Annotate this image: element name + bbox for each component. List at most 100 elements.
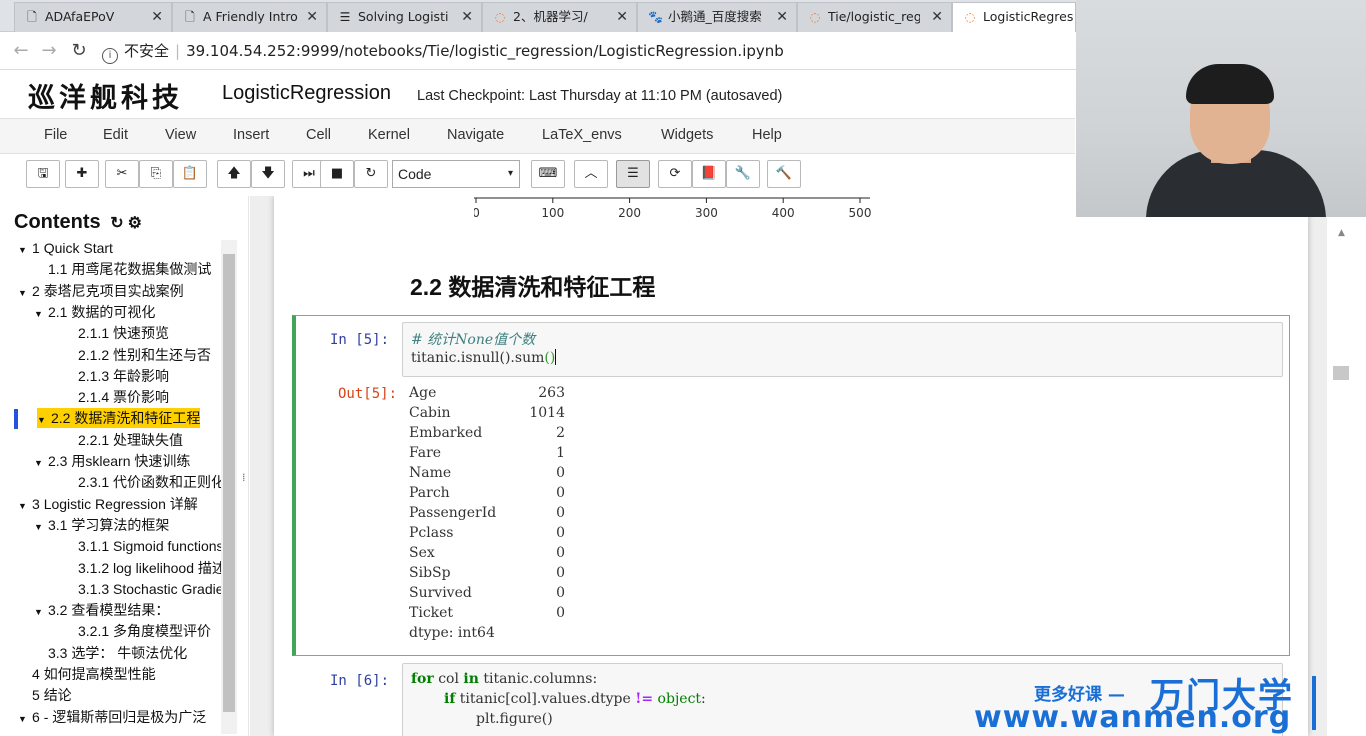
toc-item-label: 用鸢尾花数据集做测试 [71,261,212,278]
reload-button[interactable]: ⟳ [658,160,692,188]
menu-help[interactable]: Help [752,127,782,143]
caret-down-icon[interactable]: ▼ [34,517,48,537]
toc-item-number: 1.1 [48,261,68,278]
forward-arrow-icon[interactable]: → [36,38,62,64]
toc-item[interactable]: 2.3.1 代价函数和正则化 [78,472,225,492]
output-key: SibSp [409,565,451,581]
restart-button[interactable]: ↻ [354,160,388,188]
close-icon[interactable]: ✕ [616,3,628,31]
toc-item[interactable]: 2.1.4 票价影响 [78,387,169,407]
output-value: 0 [556,525,565,541]
caret-down-icon[interactable]: ▼ [18,496,32,516]
toc-item[interactable]: ▼ 3.1 学习算法的框架 [34,515,169,535]
toc-item[interactable]: ▼ 6 - 逻辑斯蒂回归是极为广泛 [18,707,206,727]
security-label: 不安全 [124,42,170,60]
caret-down-icon[interactable]: ▼ [37,410,51,430]
caret-down-icon[interactable]: ▼ [18,240,32,260]
insert-cell-button[interactable]: ✚ [65,160,99,188]
save-button[interactable]: 🖫 [26,160,60,188]
toc-item[interactable]: ▼ 2.1 数据的可视化 [34,302,155,322]
toc-item[interactable]: 5 结论 [32,685,72,705]
toc-item[interactable]: ▼ 2.2 数据清洗和特征工程 [37,408,201,430]
menu-insert[interactable]: Insert [233,127,269,143]
toc-item[interactable]: 2.1.2 性别和生还与否 [78,345,211,365]
menu-widgets[interactable]: Widgets [661,127,713,143]
copy-button[interactable]: ⎘ [139,160,173,188]
notebook-name[interactable]: LogisticRegression [222,82,391,105]
menu-file[interactable]: File [44,127,67,143]
close-icon[interactable]: ✕ [306,3,318,31]
wrench-button[interactable]: 🔧 [726,160,760,188]
caret-down-icon[interactable]: ▼ [34,453,48,473]
browser-tab[interactable]: ◌ 2、机器学习/ ✕ [482,2,637,32]
url-field[interactable]: i 不安全 | 39.104.54.252:9999/notebooks/Tie/lo… [102,37,1102,65]
toc-item[interactable]: 3.1.2 log likelihood 描述 [78,558,226,578]
toc-item[interactable]: 3.1.3 Stochastic Gradient [78,579,235,599]
toc-item[interactable]: ▼ 2 泰塔尼克项目实战案例 [18,281,184,301]
reload-icon[interactable]: ↻ [66,38,92,64]
gear-icon[interactable]: ⚙ [128,215,142,232]
toc-item[interactable]: 3.2.1 多角度模型评价 [78,621,211,641]
toc-scrollbar[interactable] [221,240,237,734]
browser-tab[interactable]: 🐾 小鹅通_百度搜索 ✕ [637,2,797,32]
toc-item[interactable]: 3.3 选学： 牛顿法优化 [48,643,187,663]
close-icon[interactable]: ✕ [776,3,788,31]
wrench-icon: 🔧 [734,166,752,181]
collapse-button[interactable]: ︿ [574,160,608,188]
toc-item[interactable]: 3.1.1 Sigmoid functions [78,536,224,556]
move-down-button[interactable]: 🡇 [251,160,285,188]
move-up-button[interactable]: 🡅 [217,160,251,188]
baidu-icon: 🐾 [648,10,663,24]
code-comment: # 统计None值个数 [411,332,536,348]
menu-latex-envs[interactable]: LaTeX_envs [542,127,622,143]
toc-item-number: 3.1.2 [78,559,110,576]
caret-down-icon[interactable]: ▼ [18,709,32,729]
toc-scrollbar-thumb[interactable] [223,254,235,712]
toc-item[interactable]: 2.2.1 处理缺失值 [78,430,183,450]
caret-down-icon[interactable]: ▼ [34,602,48,622]
close-icon[interactable]: ✕ [931,3,943,31]
close-icon[interactable]: ✕ [461,3,473,31]
scroll-up-icon[interactable]: ▲ [1338,228,1348,238]
menu-view[interactable]: View [165,127,196,143]
toc-toggle-button[interactable]: ☰ [616,160,650,188]
browser-tab-active[interactable]: ◌ LogisticRegres [952,2,1076,32]
toc-item-number: 4 [32,666,40,682]
output-value: 0 [556,465,565,481]
browser-tab[interactable]: ☰ Solving Logisti ✕ [327,2,482,32]
cell-type-select[interactable]: Code ▾ [392,160,520,188]
checkpoint-status: Last Checkpoint: Last Thursday at 11:10 … [417,88,783,104]
output-value: 0 [556,605,565,621]
paste-button[interactable]: 📋 [173,160,207,188]
cut-button[interactable]: ✂ [105,160,139,188]
toc-item[interactable]: ▼ 3.2 查看模型结果： [34,600,169,620]
toc-item[interactable]: ▼ 3 Logistic Regression 详解 [18,494,198,514]
caret-down-icon[interactable]: ▼ [18,283,32,303]
close-icon[interactable]: ✕ [151,3,163,31]
info-icon[interactable]: i [102,48,118,64]
page-scrollbar-thumb[interactable] [1333,366,1349,380]
menu-cell[interactable]: Cell [306,127,331,143]
browser-tab[interactable]: ◌ Tie/logistic_reg ✕ [797,2,952,32]
menu-edit[interactable]: Edit [103,127,128,143]
caret-down-icon[interactable]: ▼ [34,304,48,324]
toc-item[interactable]: 1.1 用鸢尾花数据集做测试 [48,259,211,279]
toc-item[interactable]: ▼ 2.3 用sklearn 快速训练 [34,451,190,471]
page-scrollbar[interactable]: ▲ [1327,196,1366,736]
resize-handle-icon[interactable]: ⁞ [242,471,246,484]
interrupt-button[interactable]: ■ [320,160,354,188]
notebook-area: 0 100 200 300 400 500 2.2 数据清洗和特征工程 In [5]: #… [250,196,1366,736]
toc-item[interactable]: 2.1.1 快速预览 [78,323,169,343]
browser-tab[interactable]: 🗋 ADAfaEPoV ✕ [14,2,172,32]
back-arrow-icon[interactable]: ← [8,38,34,64]
toc-item[interactable]: 2.1.3 年龄影响 [78,366,169,386]
toc-item[interactable]: ▼ 1 Quick Start [18,238,113,258]
refresh-icon[interactable]: ↻ [110,215,123,232]
hammer-button[interactable]: 🔨 [767,160,801,188]
toc-item[interactable]: 4 如何提高模型性能 [32,664,156,684]
browser-tab[interactable]: 🗋 A Friendly Intro ✕ [172,2,327,32]
command-palette-button[interactable]: ⌨ [531,160,565,188]
menu-kernel[interactable]: Kernel [368,127,410,143]
book-button[interactable]: 📕 [692,160,726,188]
menu-navigate[interactable]: Navigate [447,127,504,143]
